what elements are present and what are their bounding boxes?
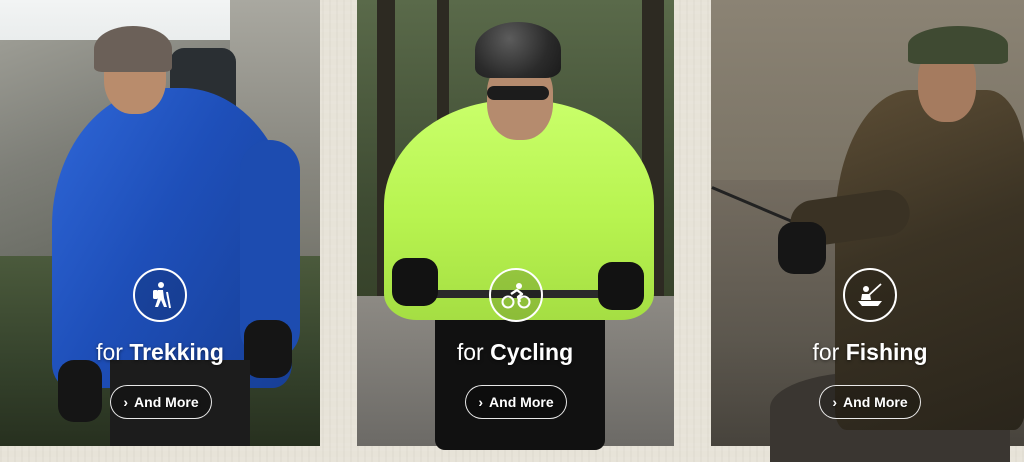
title-activity: Trekking: [129, 339, 224, 365]
chevron-right-icon: ›: [123, 394, 129, 410]
trekking-photo: [0, 0, 320, 446]
chevron-right-icon: ›: [478, 394, 484, 410]
title-activity: Fishing: [845, 339, 928, 365]
and-more-label: And More: [134, 394, 199, 410]
title-prefix: for: [456, 339, 484, 365]
title-prefix: for: [96, 339, 123, 365]
cyclist-icon: [489, 268, 543, 322]
fishing-icon: [843, 268, 897, 322]
and-more-label: And More: [489, 394, 554, 410]
title-prefix: for: [812, 339, 840, 365]
panel-title-cycling: for Cycling: [385, 337, 645, 367]
hiker-icon: [133, 268, 187, 322]
and-more-button-trekking[interactable]: › And More: [110, 385, 212, 419]
and-more-label: And More: [843, 394, 908, 410]
panel-title-fishing: for Fishing: [740, 337, 1000, 367]
and-more-button-fishing[interactable]: › And More: [819, 385, 921, 419]
and-more-button-cycling[interactable]: › And More: [465, 385, 567, 419]
title-activity: Cycling: [490, 339, 574, 365]
chevron-right-icon: ›: [832, 394, 838, 410]
panel-title-trekking: for Trekking: [30, 337, 290, 367]
panel-trekking[interactable]: [0, 0, 320, 446]
